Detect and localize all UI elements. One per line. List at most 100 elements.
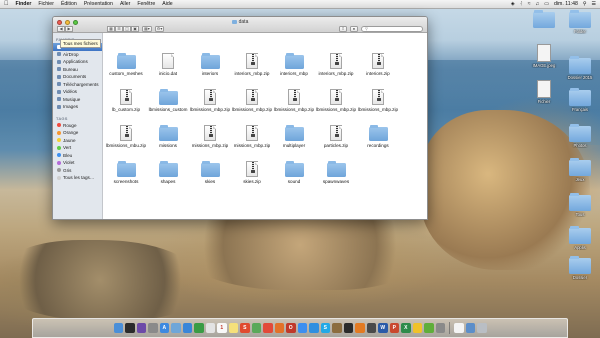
desktop-item[interactable]: Photos xyxy=(560,124,600,148)
telegram-icon[interactable] xyxy=(309,323,319,333)
list-view-button[interactable]: ☰ xyxy=(115,25,123,32)
folder-item[interactable]: missions xyxy=(146,125,190,148)
sidebar-item-images[interactable]: Images xyxy=(53,103,102,111)
file-item[interactable]: interiors.zip xyxy=(356,53,400,76)
sidebar-item-documents[interactable]: Documents xyxy=(53,73,102,81)
desktop-item[interactable]: Dossier 2015 xyxy=(560,56,600,80)
file-item[interactable]: lbmissions_mbp.zip xyxy=(230,89,274,112)
folder-item[interactable]: interiors xyxy=(188,53,232,76)
sidebar-item-bureau[interactable]: Bureau xyxy=(53,66,102,74)
skype-icon[interactable]: S xyxy=(320,323,330,333)
calendar-icon[interactable]: 1 xyxy=(217,323,227,333)
back-button[interactable]: ◀ xyxy=(57,25,65,32)
icon-view-button[interactable]: ▦ xyxy=(107,25,115,32)
folder-item[interactable]: sound xyxy=(272,161,316,184)
bluetooth-icon[interactable]: ᛮ xyxy=(520,1,523,7)
file-item[interactable]: particles.zip xyxy=(314,125,358,148)
volume-icon[interactable]: ♫ xyxy=(536,1,540,7)
desktop-item[interactable]: IMAGE.jpeg xyxy=(524,44,564,68)
sidebar-item-music[interactable]: Musique xyxy=(53,96,102,104)
tools-icon[interactable] xyxy=(332,323,342,333)
wifi-icon[interactable]: ≈ xyxy=(528,1,531,7)
spotlight-icon[interactable]: ⚲ xyxy=(583,1,587,7)
folder-item[interactable]: shapes xyxy=(146,161,190,184)
tag-button[interactable]: ● xyxy=(350,25,358,32)
sidebar-item-airdrop[interactable]: AirDrop xyxy=(53,51,102,59)
sidebar-tag-all[interactable]: Tous les tags… xyxy=(53,174,102,182)
safari-icon[interactable] xyxy=(182,323,192,333)
folder-item[interactable]: spawnwaves xyxy=(314,161,358,184)
notes-icon[interactable] xyxy=(228,323,238,333)
mail-icon[interactable] xyxy=(171,323,181,333)
folder-item[interactable]: skies xyxy=(188,161,232,184)
sidebar-item-applications[interactable]: Applications xyxy=(53,58,102,66)
file-item[interactable]: interiors_mbp.zip xyxy=(314,53,358,76)
app-sc-icon[interactable]: S xyxy=(240,323,250,333)
file-item[interactable]: interiors_mbp.zip xyxy=(230,53,274,76)
yellow-app-icon[interactable] xyxy=(412,323,422,333)
finder-icon[interactable] xyxy=(113,323,123,333)
launchpad-icon[interactable] xyxy=(148,323,158,333)
mission-control-icon[interactable] xyxy=(136,323,146,333)
messages-icon[interactable] xyxy=(297,323,307,333)
file-item[interactable]: lb_custom.zip xyxy=(104,89,148,112)
menu-fichier[interactable]: Fichier xyxy=(38,1,54,7)
opera-icon[interactable]: O xyxy=(286,323,296,333)
utorrent-icon[interactable] xyxy=(424,323,434,333)
folder-item[interactable]: lbmissions_custom xyxy=(146,89,190,112)
file-item[interactable]: lbmissions_mbp.zip xyxy=(188,89,232,112)
games-icon[interactable] xyxy=(366,323,376,333)
sidebar-tag-gray[interactable]: Gris xyxy=(53,167,102,175)
desktop-item[interactable]: Jeux xyxy=(560,158,600,182)
file-item[interactable]: missions_mbp.zip xyxy=(188,125,232,148)
sidebar-tag-red[interactable]: Rouge xyxy=(53,122,102,130)
sidebar-item-videos[interactable]: Vidéos xyxy=(53,88,102,96)
desktop-item[interactable]: Applis xyxy=(560,226,600,250)
app-store-icon[interactable]: A xyxy=(159,323,169,333)
sidebar-tag-blue[interactable]: Bleu xyxy=(53,152,102,160)
window-titlebar[interactable]: data ◀ ▶ ▦ ☰ ◫ ▣ ▦▾ ⚙▾ ⇧ ● ⚲ xyxy=(53,17,427,33)
desktop-item[interactable]: Dossier xyxy=(560,256,600,280)
chrome-icon[interactable] xyxy=(263,323,273,333)
photos-icon[interactable] xyxy=(205,323,215,333)
preferences-icon[interactable] xyxy=(435,323,445,333)
menu-presentation[interactable]: Présentation xyxy=(84,1,113,7)
sidebar-tag-orange[interactable]: Orange xyxy=(53,129,102,137)
folder-item[interactable]: interiors_mbp xyxy=(272,53,316,76)
excel-icon[interactable]: X xyxy=(401,323,411,333)
trash-icon[interactable] xyxy=(477,323,487,333)
sidebar-item-downloads[interactable]: Téléchargements xyxy=(53,81,102,89)
menu-aller[interactable]: Aller xyxy=(120,1,130,7)
firefox-icon[interactable] xyxy=(274,323,284,333)
document-icon[interactable] xyxy=(454,323,464,333)
share-button[interactable]: ⇧ xyxy=(339,25,347,32)
desktop-item[interactable]: Tous xyxy=(560,193,600,217)
menu-clock[interactable]: dim. 11:48 xyxy=(554,1,578,7)
powerpoint-icon[interactable]: P xyxy=(389,323,399,333)
dashboard-icon[interactable] xyxy=(125,323,135,333)
file-item[interactable]: lbmissions_mbu.zip xyxy=(104,125,148,148)
column-view-button[interactable]: ◫ xyxy=(123,25,131,32)
desktop-item[interactable]: Français xyxy=(560,88,600,112)
dropbox-icon[interactable]: ◈ xyxy=(511,1,515,7)
battery-icon[interactable]: ▭ xyxy=(544,1,549,7)
terminal-icon[interactable] xyxy=(343,323,353,333)
downloads-icon[interactable] xyxy=(465,323,475,333)
sidebar-tag-green[interactable]: Vert xyxy=(53,144,102,152)
file-item[interactable]: inicio.dat xyxy=(146,53,190,76)
sidebar-tag-purple[interactable]: Violet xyxy=(53,159,102,167)
apple-menu-icon[interactable]:  xyxy=(4,1,9,7)
facetime-icon[interactable] xyxy=(194,323,204,333)
menu-finder[interactable]: Finder xyxy=(16,1,32,7)
folder-item[interactable]: recordings xyxy=(356,125,400,148)
folder-item[interactable]: multiplayer xyxy=(272,125,316,148)
word-icon[interactable]: W xyxy=(378,323,388,333)
file-item[interactable]: lbmissions_mbp.zip xyxy=(272,89,316,112)
file-item[interactable]: lbmissions_mbp.zip xyxy=(356,89,400,112)
notification-center-icon[interactable]: ☰ xyxy=(592,1,596,7)
search-field[interactable]: ⚲ xyxy=(361,25,423,32)
file-item[interactable]: lbmissions_mbp.zip xyxy=(314,89,358,112)
menu-edition[interactable]: Édition xyxy=(61,1,77,7)
maps-icon[interactable] xyxy=(251,323,261,333)
desktop-item[interactable]: Folder xyxy=(560,10,600,34)
